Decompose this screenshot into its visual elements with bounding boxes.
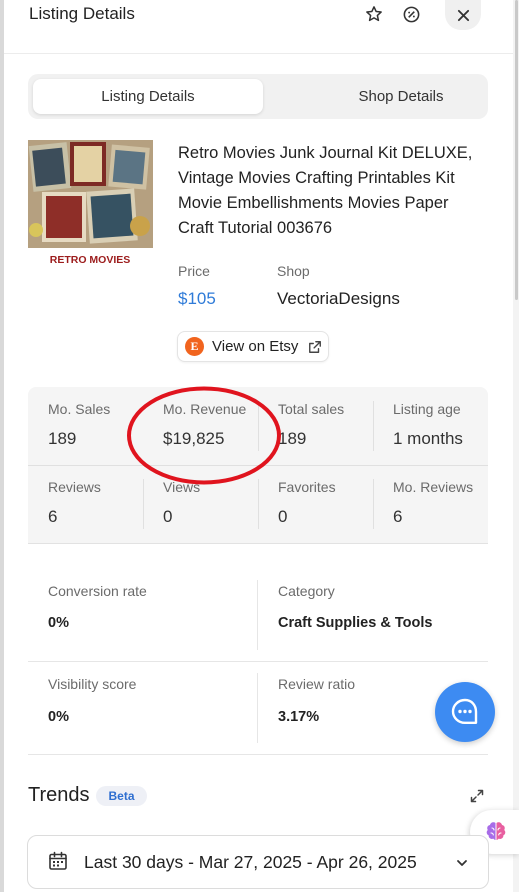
stat-mo-reviews: Mo. Reviews 6: [373, 465, 488, 543]
visibility-score-label: Visibility score: [48, 676, 137, 692]
stat-label: Mo. Reviews: [393, 479, 474, 495]
details-tab-switcher: Listing Details Shop Details: [28, 74, 488, 119]
stats-divider: [28, 465, 488, 466]
stat-total-sales: Total sales 189: [258, 387, 373, 465]
chat-icon: [451, 698, 478, 724]
price-value: $105: [178, 289, 216, 308]
stats-divider: [258, 479, 259, 529]
category-value: Craft Supplies & Tools: [278, 615, 433, 631]
stat-label: Listing age: [393, 401, 461, 417]
view-on-etsy-button[interactable]: E View on Etsy: [177, 331, 329, 362]
price-label: Price: [178, 263, 210, 279]
date-range-picker[interactable]: Last 30 days - Mar 27, 2025 - Apr 26, 20…: [27, 835, 489, 889]
stat-value: 1 months: [393, 429, 463, 448]
stat-reviews: Reviews 6: [28, 465, 143, 543]
stat-favorites: Favorites 0: [258, 465, 373, 543]
badge-icon[interactable]: [394, 0, 428, 28]
scrollbar[interactable]: [513, 0, 519, 892]
date-range-value: Last 30 days - Mar 27, 2025 - Apr 26, 20…: [84, 852, 417, 872]
stats-divider: [143, 479, 144, 529]
visibility-score-value: 0%: [48, 709, 69, 725]
chat-button[interactable]: [435, 682, 495, 742]
product-title: Retro Movies Junk Journal Kit DELUXE, Vi…: [178, 144, 473, 237]
etsy-logo-icon: E: [185, 337, 204, 356]
stat-label: Favorites: [278, 479, 336, 495]
review-ratio-value: 3.17%: [278, 709, 320, 725]
category-label: Category: [278, 583, 335, 599]
tab-listing-details[interactable]: Listing Details: [33, 79, 263, 114]
star-icon[interactable]: [357, 0, 391, 28]
stat-label: Reviews: [48, 479, 101, 495]
stat-label: Mo. Sales: [48, 401, 111, 417]
stats-divider: [373, 401, 374, 451]
product-thumbnail[interactable]: RETRO MOVIES: [28, 140, 153, 270]
chevron-down-icon: [457, 860, 467, 866]
stat-value: 6: [393, 507, 403, 526]
trends-title: Trends: [28, 784, 90, 806]
stat-label: Views: [163, 479, 201, 495]
stat-value: $19,825: [163, 429, 225, 448]
stat-value: 189: [48, 429, 77, 448]
stat-label: Total sales: [278, 401, 345, 417]
metrics-divider: [28, 754, 488, 755]
stat-value: 0: [163, 507, 173, 526]
stat-value: 6: [48, 507, 58, 526]
close-icon: [457, 9, 469, 21]
stat-value: 0: [278, 507, 288, 526]
stat-value: 189: [278, 429, 307, 448]
tab-shop-details[interactable]: Shop Details: [286, 79, 516, 114]
stat-listing-age: Listing age 1 months: [373, 387, 488, 465]
stats-divider: [258, 401, 259, 451]
metrics-divider: [257, 673, 258, 743]
close-button[interactable]: [445, 0, 481, 30]
metrics-grid: Conversion rate 0% Category Craft Suppli…: [28, 560, 488, 755]
stat-views: Views 0: [143, 465, 258, 543]
view-on-etsy-label: View on Etsy: [212, 338, 299, 355]
metrics-divider: [257, 580, 258, 650]
stat-mo-revenue: Mo. Revenue $19,825: [143, 387, 258, 465]
calendar-icon: [49, 851, 67, 870]
thumbnail-caption: RETRO MOVIES: [50, 254, 131, 266]
scrollbar-thumb[interactable]: [515, 0, 518, 300]
conversion-rate-label: Conversion rate: [48, 583, 147, 599]
expand-icon[interactable]: [468, 787, 486, 805]
panel-header: Listing Details: [4, 0, 513, 54]
review-ratio-label: Review ratio: [278, 676, 356, 692]
stats-grid: Mo. Sales 189 Mo. Revenue $19,825 Total …: [28, 387, 488, 544]
panel-title: Listing Details: [29, 4, 135, 23]
window-left-edge: [0, 0, 4, 892]
stat-label: Mo. Revenue: [163, 401, 247, 417]
metrics-divider: [28, 661, 488, 662]
stat-mo-sales: Mo. Sales 189: [28, 387, 143, 465]
conversion-rate-value: 0%: [48, 615, 69, 631]
shop-label: Shop: [277, 263, 310, 279]
shop-name[interactable]: VectoriaDesigns: [277, 289, 400, 309]
beta-badge: Beta: [96, 786, 147, 806]
stats-divider: [373, 479, 374, 529]
external-link-icon: [308, 340, 322, 354]
